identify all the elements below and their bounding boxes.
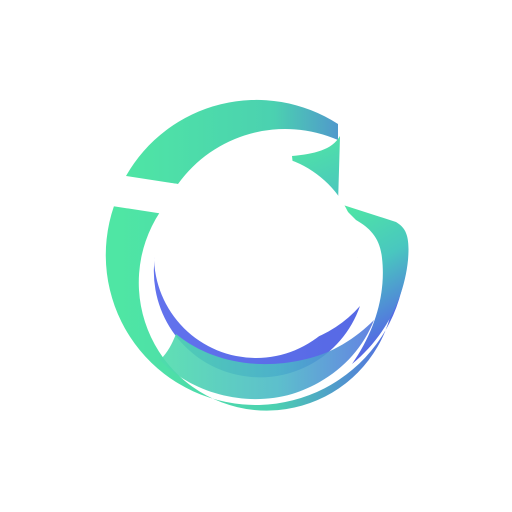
logo-center-hole [154, 154, 358, 358]
app-icon-canvas [0, 0, 512, 512]
circular-arrow-ribbon-logo-icon [105, 99, 409, 411]
